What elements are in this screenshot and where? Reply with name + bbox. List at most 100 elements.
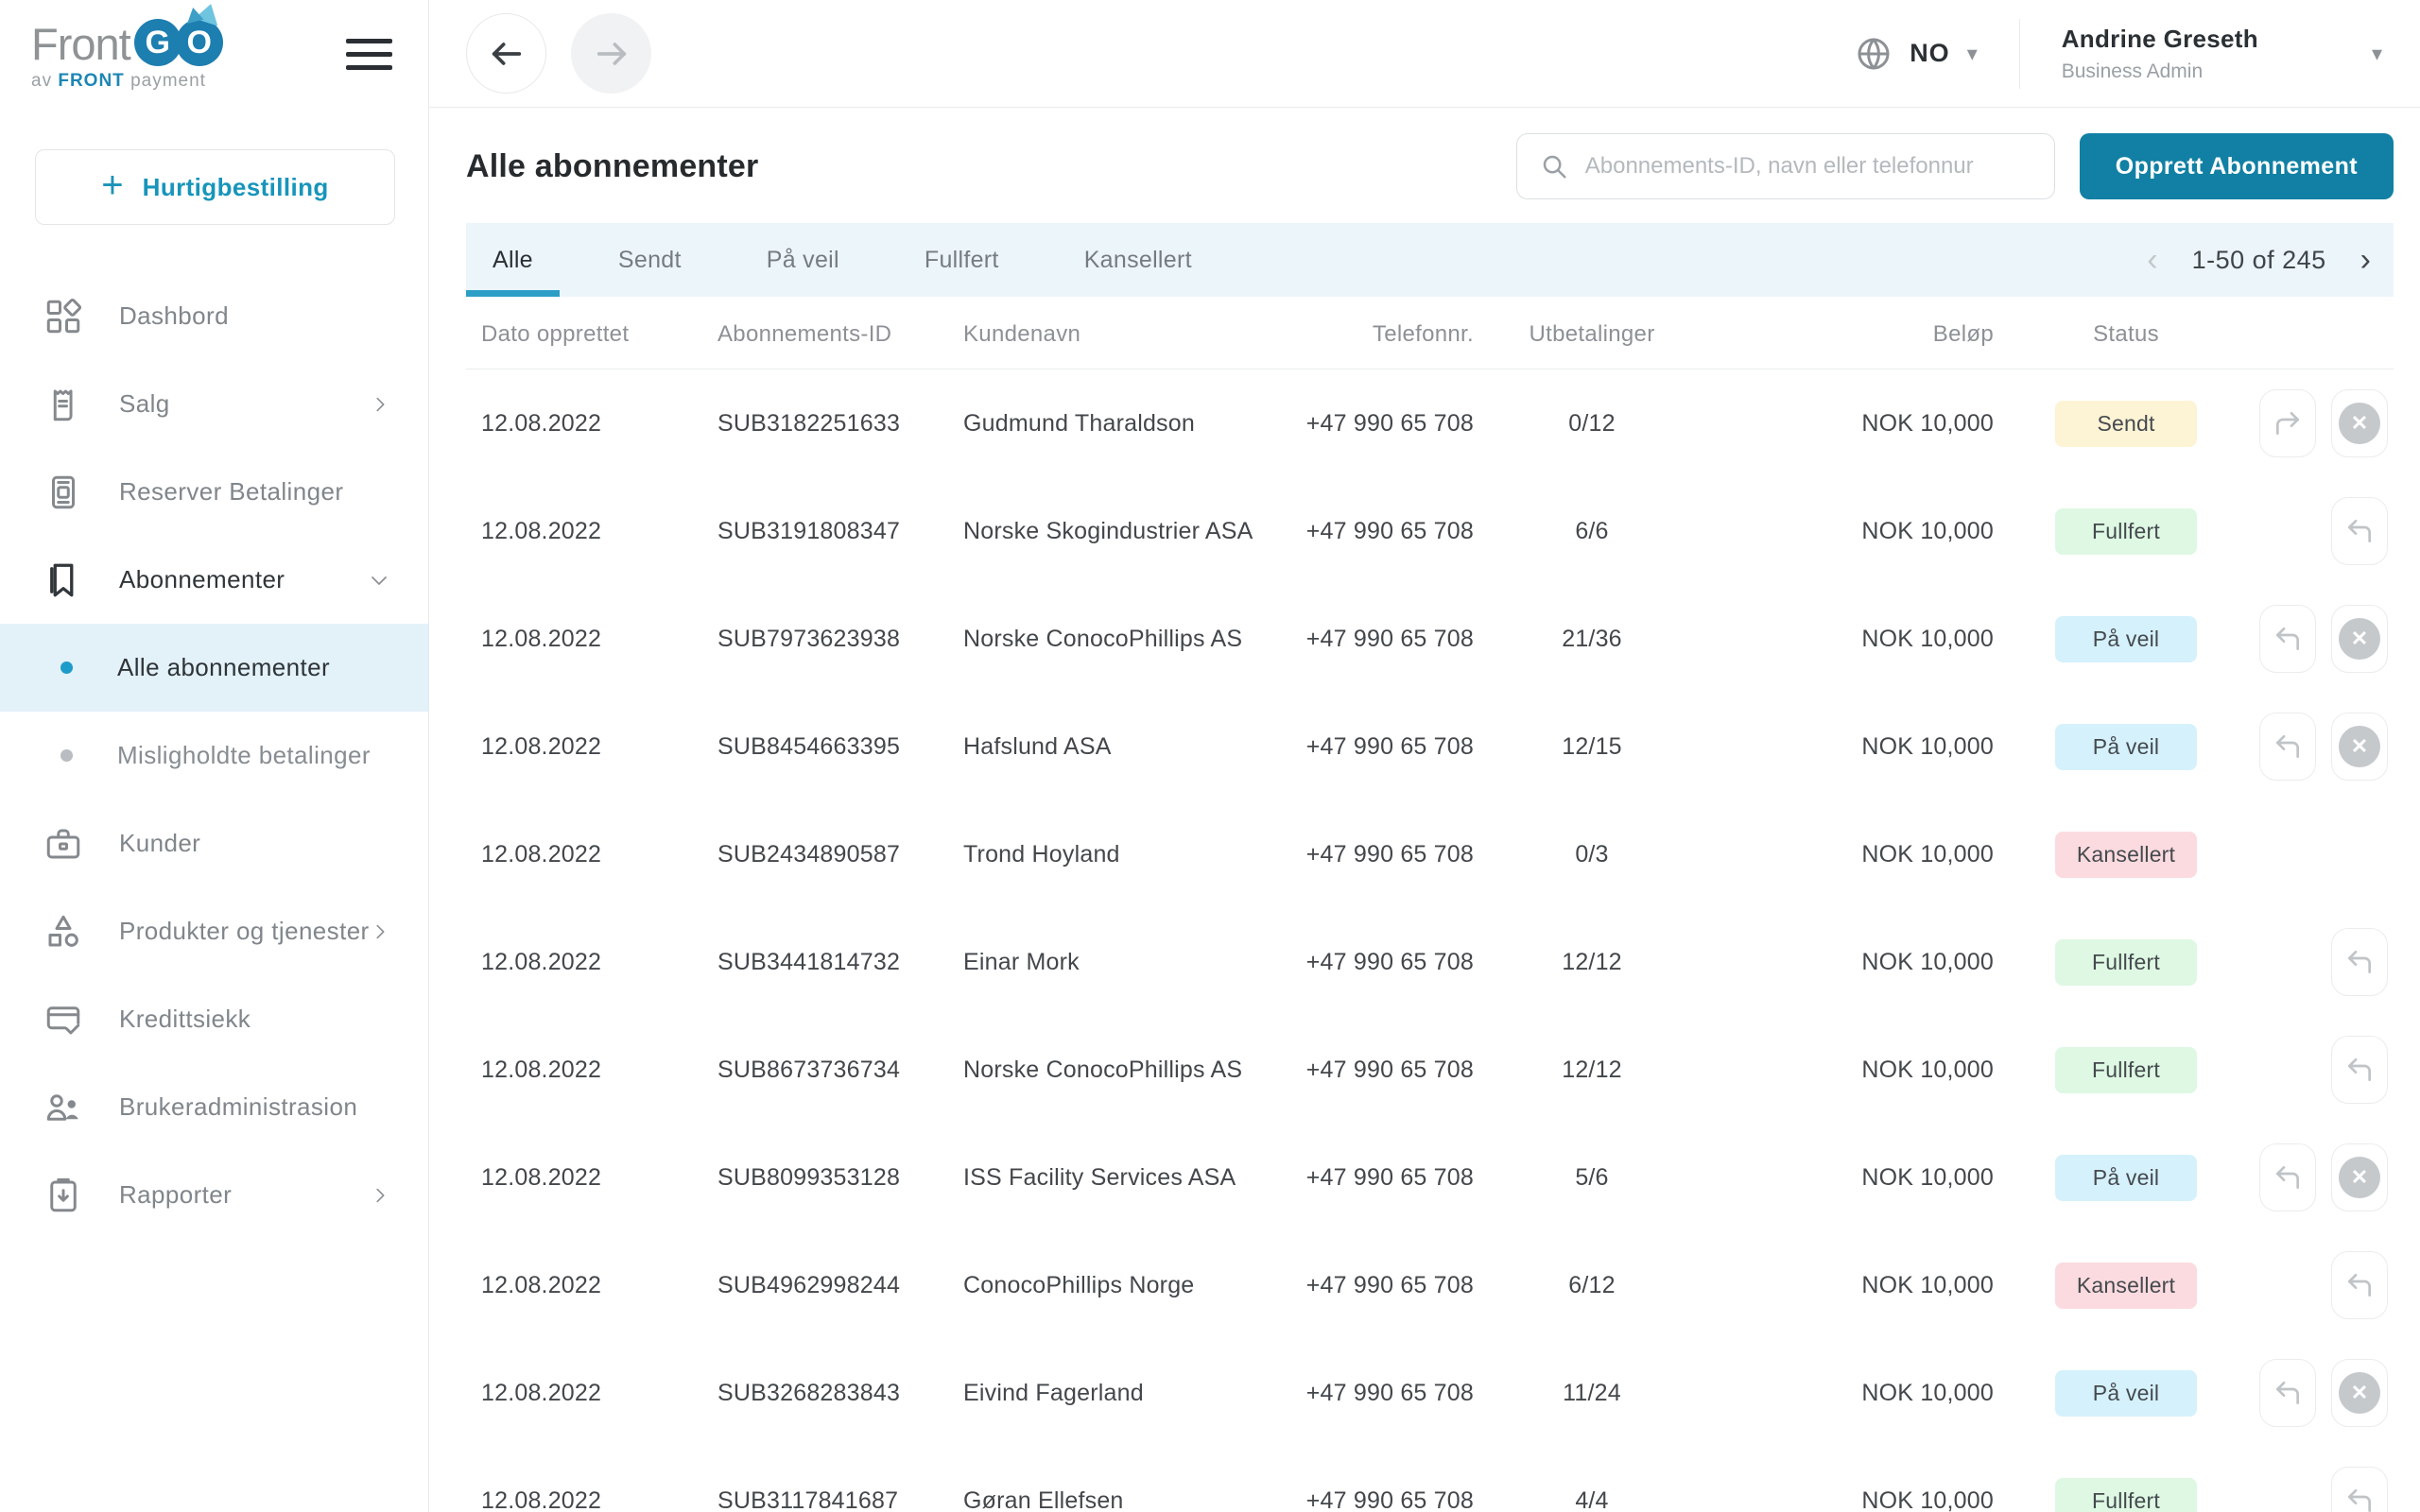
caret-down-icon: ▾ xyxy=(1966,41,1978,65)
table-row[interactable]: 12.08.2022 SUB3191808347 Norske Skogindu… xyxy=(466,477,2394,585)
table-row[interactable]: 12.08.2022 SUB2434890587 Trond Hoyland +… xyxy=(466,800,2394,908)
search-box xyxy=(1515,133,2055,199)
undo-button[interactable] xyxy=(2331,497,2388,565)
table-row[interactable]: 12.08.2022 SUB8099353128 ISS Facility Se… xyxy=(466,1124,2394,1231)
menu-button[interactable] xyxy=(346,38,392,70)
status-badge: Fullfert xyxy=(2055,1046,2197,1093)
cell-amount: NOK 10,000 xyxy=(1861,840,1994,868)
back-button[interactable] xyxy=(466,13,546,94)
cell-payouts: 12/12 xyxy=(1562,948,1622,975)
undo-button[interactable] xyxy=(2259,713,2316,781)
cell-date: 12.08.2022 xyxy=(481,1163,602,1191)
table-row[interactable]: 12.08.2022 SUB7973623938 Norske ConocoPh… xyxy=(466,585,2394,693)
cell-subscription-id: SUB3441814732 xyxy=(717,948,901,975)
language-selector[interactable]: NO ▾ xyxy=(1855,35,1978,73)
cancel-button[interactable]: ✕ xyxy=(2331,605,2388,673)
cancel-button[interactable]: ✕ xyxy=(2331,1359,2388,1427)
cell-status: Kansellert xyxy=(1994,831,2258,878)
cell-subscription-id: SUB7973623938 xyxy=(717,625,901,652)
chevron-down-icon xyxy=(372,576,387,585)
dashboard-icon xyxy=(46,298,82,333)
col-utbetalinger: Utbetalinger xyxy=(1529,321,1655,347)
cell-customer-name: Gøran Ellefsen xyxy=(963,1486,1124,1512)
undo-icon xyxy=(2348,1489,2371,1512)
cell-date: 12.08.2022 xyxy=(481,840,602,868)
status-badge: På veil xyxy=(2055,723,2197,770)
cell-date: 12.08.2022 xyxy=(481,1486,602,1512)
sidebar-item-alle-abonnementer[interactable]: Alle abonnementer xyxy=(0,624,428,712)
table-row[interactable]: 12.08.2022 SUB3441814732 Einar Mork +47 … xyxy=(466,908,2394,1016)
undo-icon xyxy=(2276,735,2299,758)
sidebar: Front G O av FRONT payment + Hurtigbesti… xyxy=(0,0,429,1512)
receipt-icon xyxy=(53,389,73,421)
undo-button[interactable] xyxy=(2259,605,2316,673)
resend-button[interactable] xyxy=(2259,389,2316,457)
undo-icon xyxy=(2348,1058,2371,1081)
cell-amount: NOK 10,000 xyxy=(1861,948,1994,975)
cell-phone: +47 990 65 708 xyxy=(1305,517,1474,544)
sidebar-item-rapporter[interactable]: Rapporter xyxy=(0,1151,428,1239)
quick-order-button[interactable]: + Hurtigbestilling xyxy=(35,149,395,225)
cancel-x-icon: ✕ xyxy=(2339,618,2380,660)
cell-customer-name: ConocoPhillips Norge xyxy=(963,1271,1195,1298)
sidebar-item-reserver-betalinger[interactable]: Reserver Betalinger xyxy=(0,448,428,536)
cell-subscription-id: SUB8673736734 xyxy=(717,1056,901,1083)
cell-status: Fullfert xyxy=(1994,938,2258,986)
cell-actions xyxy=(2258,1036,2394,1104)
status-badge: Sendt xyxy=(2055,400,2197,447)
cell-actions xyxy=(2258,1467,2394,1512)
cell-status: På veil xyxy=(1994,1369,2258,1417)
undo-button[interactable] xyxy=(2331,1467,2388,1512)
undo-button[interactable] xyxy=(2259,1143,2316,1211)
sidebar-item-kredittsiekk[interactable]: Kredittsiekk xyxy=(0,975,428,1063)
status-badge: På veil xyxy=(2055,1154,2197,1201)
table-row[interactable]: 12.08.2022 SUB4962998244 ConocoPhillips … xyxy=(466,1231,2394,1339)
sidebar-item-salg[interactable]: Salg xyxy=(0,360,428,448)
table-row[interactable]: 12.08.2022 SUB3117841687 Gøran Ellefsen … xyxy=(466,1447,2394,1512)
table-row[interactable]: 12.08.2022 SUB3268283843 Eivind Fagerlan… xyxy=(466,1339,2394,1447)
undo-button[interactable] xyxy=(2331,928,2388,996)
status-badge: Fullfert xyxy=(2055,1477,2197,1512)
search-icon xyxy=(1543,155,1566,179)
sidebar-item-produkter-og-tjenester[interactable]: Produkter og tjenester xyxy=(0,887,428,975)
tab-fullfert[interactable]: Fullfert xyxy=(898,223,1026,297)
cancel-button[interactable]: ✕ xyxy=(2331,713,2388,781)
status-badge: Kansellert xyxy=(2055,831,2197,878)
cancel-x-icon: ✕ xyxy=(2339,403,2380,444)
sidebar-item-kunder[interactable]: Kunder xyxy=(0,799,428,887)
sidebar-item-brukeradministrasion[interactable]: Brukeradministrasion xyxy=(0,1063,428,1151)
pagination-prev-icon[interactable]: ‹ xyxy=(2147,244,2157,276)
table-row[interactable]: 12.08.2022 SUB8454663395 Hafslund ASA +4… xyxy=(466,693,2394,800)
cancel-x-icon: ✕ xyxy=(2339,726,2380,767)
cell-actions xyxy=(2258,1251,2394,1319)
table-row[interactable]: 12.08.2022 SUB8673736734 Norske ConocoPh… xyxy=(466,1016,2394,1124)
tab-kansellert[interactable]: Kansellert xyxy=(1058,223,1219,297)
cell-subscription-id: SUB3117841687 xyxy=(717,1486,899,1512)
cancel-button[interactable]: ✕ xyxy=(2331,389,2388,457)
search-input[interactable] xyxy=(1584,153,2031,180)
sidebar-item-abonnementer[interactable]: Abonnementer xyxy=(0,536,428,624)
user-menu[interactable]: Andrine Greseth Business Admin ▾ xyxy=(2062,25,2382,83)
undo-icon xyxy=(2348,1274,2371,1297)
main-area: NO ▾ Andrine Greseth Business Admin ▾ Al… xyxy=(429,0,2420,1512)
cell-payouts: 6/12 xyxy=(1568,1271,1616,1298)
tab-sendt[interactable]: Sendt xyxy=(592,223,708,297)
undo-button[interactable] xyxy=(2259,1359,2316,1427)
col-belop: Beløp xyxy=(1932,321,1994,347)
cell-phone: +47 990 65 708 xyxy=(1305,1379,1474,1406)
report-download-icon xyxy=(50,1177,77,1211)
forward-button[interactable] xyxy=(571,13,651,94)
tab-pa-veil[interactable]: På veil xyxy=(740,223,866,297)
sidebar-item-dashbord[interactable]: Dashbord xyxy=(0,272,428,360)
undo-icon xyxy=(2348,520,2371,542)
tab-alle[interactable]: Alle xyxy=(466,223,560,297)
undo-button[interactable] xyxy=(2331,1036,2388,1104)
cell-payouts: 12/15 xyxy=(1562,732,1622,760)
table-row[interactable]: 12.08.2022 SUB3182251633 Gudmund Tharald… xyxy=(466,369,2394,477)
sidebar-item-misligholdte-betalinger[interactable]: Misligholdte betalinger xyxy=(0,712,428,799)
cancel-button[interactable]: ✕ xyxy=(2331,1143,2388,1211)
undo-button[interactable] xyxy=(2331,1251,2388,1319)
sidebar-header: Front G O av FRONT payment xyxy=(0,0,428,108)
create-subscription-button[interactable]: Opprett Abonnement xyxy=(2079,133,2394,199)
pagination-next-icon[interactable]: › xyxy=(2360,244,2371,276)
